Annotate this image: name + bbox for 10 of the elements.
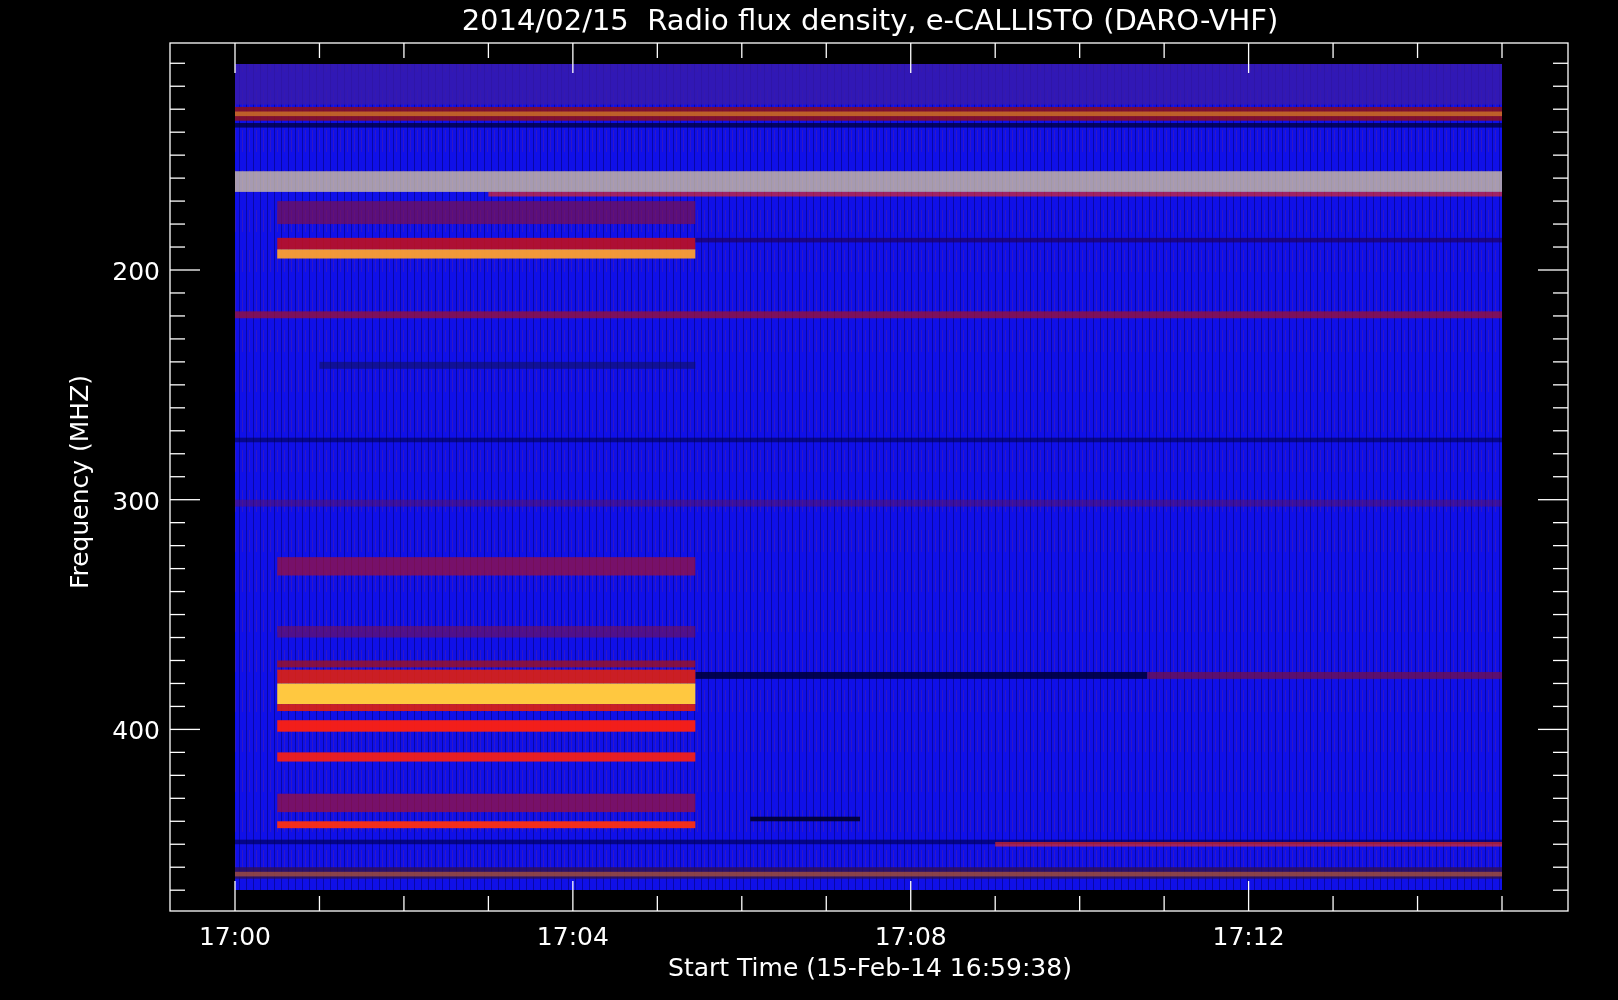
y-tick-label: 200 bbox=[112, 257, 160, 286]
x-tick-label: 17:00 bbox=[199, 922, 271, 951]
x-tick-label: 17:04 bbox=[536, 922, 609, 951]
y-axis-title: Frequency (MHZ) bbox=[65, 374, 94, 590]
chart-title: 2014/02/15 Radio flux density, e-CALLISTO (DARO-VHF) bbox=[461, 3, 1279, 37]
x-tick-label: 17:12 bbox=[1212, 922, 1285, 951]
y-tick-label: 400 bbox=[112, 716, 160, 746]
x-tick-label: 17:08 bbox=[874, 922, 947, 951]
x-axis-title: Start Time (15-Feb-14 16:59:38) bbox=[668, 953, 1072, 982]
y-tick-label: 300 bbox=[112, 486, 160, 516]
